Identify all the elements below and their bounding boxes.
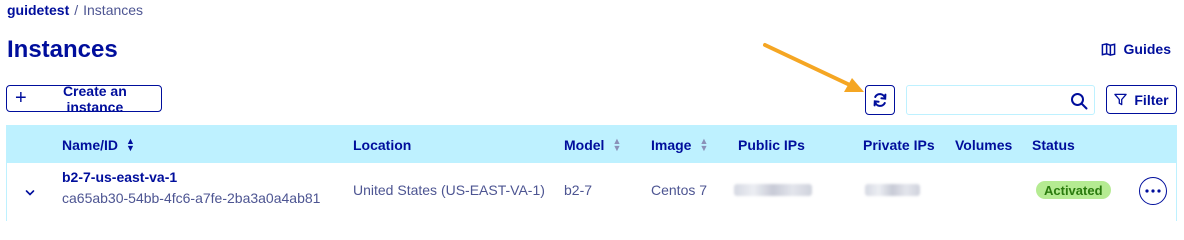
column-header-label: Location xyxy=(353,137,412,153)
instance-image: Centos 7 xyxy=(651,182,708,198)
search-icon[interactable] xyxy=(1070,92,1088,110)
sort-icon: ▲ ▼ xyxy=(699,136,709,153)
column-header-label: Volumes xyxy=(955,137,1013,153)
filter-label: Filter xyxy=(1134,91,1169,108)
column-header-label: Private IPs xyxy=(863,137,935,153)
instance-model: b2-7 xyxy=(564,182,593,198)
breadcrumb: guidetest / Instances xyxy=(7,2,143,18)
breadcrumb-current: Instances xyxy=(83,2,144,18)
sort-icon: ▲ ▼ xyxy=(612,136,622,153)
book-icon xyxy=(1101,42,1115,56)
more-actions-button[interactable] xyxy=(1139,177,1167,205)
column-header-label: Status xyxy=(1032,137,1075,153)
create-instance-label: Create an instance xyxy=(62,82,127,115)
column-header-public-ips: Public IPs xyxy=(738,137,805,153)
column-header-label: Name/ID xyxy=(62,137,119,153)
column-header-label: Public IPs xyxy=(738,137,805,153)
filter-icon xyxy=(1114,93,1128,106)
column-header-model[interactable]: Model ▲ ▼ xyxy=(564,136,622,154)
instance-id: ca65ab30-54bb-4fc6-a7fe-2ba3a0a4ab81 xyxy=(62,190,321,206)
table-header: Name/ID ▲ ▼ Location Model ▲ ▼ Image ▲ ▼ Pu… xyxy=(7,126,1176,163)
table-row: b2-7-us-east-va-1 ca65ab30-54bb-4fc6-a7f… xyxy=(7,163,1176,221)
breadcrumb-project-link[interactable]: guidetest xyxy=(7,2,69,18)
public-ip-redacted xyxy=(734,184,812,196)
search-input[interactable] xyxy=(911,88,1061,112)
instance-name-link[interactable]: b2-7-us-east-va-1 xyxy=(62,169,177,185)
guides-label: Guides xyxy=(1123,41,1171,57)
sort-icon: ▲ ▼ xyxy=(126,136,135,153)
search-box xyxy=(906,85,1095,115)
column-header-image[interactable]: Image ▲ ▼ xyxy=(651,136,709,154)
column-header-private-ips: Private IPs xyxy=(863,137,935,153)
column-header-label: Image xyxy=(651,137,692,153)
ellipsis-icon xyxy=(1145,189,1161,193)
plus-icon: + xyxy=(15,86,27,109)
refresh-button[interactable] xyxy=(865,85,895,115)
page-title: Instances xyxy=(7,36,118,63)
guides-link[interactable]: Guides xyxy=(1101,41,1171,57)
breadcrumb-separator: / xyxy=(74,2,79,18)
instance-location: United States (US-EAST-VA-1) xyxy=(353,182,545,198)
private-ip-redacted xyxy=(865,184,920,196)
instances-table: Name/ID ▲ ▼ Location Model ▲ ▼ Image ▲ ▼ Pu… xyxy=(6,125,1177,221)
filter-button[interactable]: Filter xyxy=(1106,85,1177,114)
column-header-status: Status xyxy=(1032,137,1075,153)
create-instance-button[interactable]: + Create an instance xyxy=(6,82,162,115)
column-header-volumes: Volumes xyxy=(955,137,1012,153)
chevron-down-icon[interactable] xyxy=(24,187,36,199)
column-header-name-id[interactable]: Name/ID ▲ ▼ xyxy=(62,136,135,154)
arrow-icon xyxy=(763,43,864,92)
status-badge: Activated xyxy=(1036,181,1111,199)
column-header-location: Location xyxy=(353,137,411,153)
column-header-label: Model xyxy=(564,137,605,153)
refresh-icon xyxy=(873,93,887,107)
